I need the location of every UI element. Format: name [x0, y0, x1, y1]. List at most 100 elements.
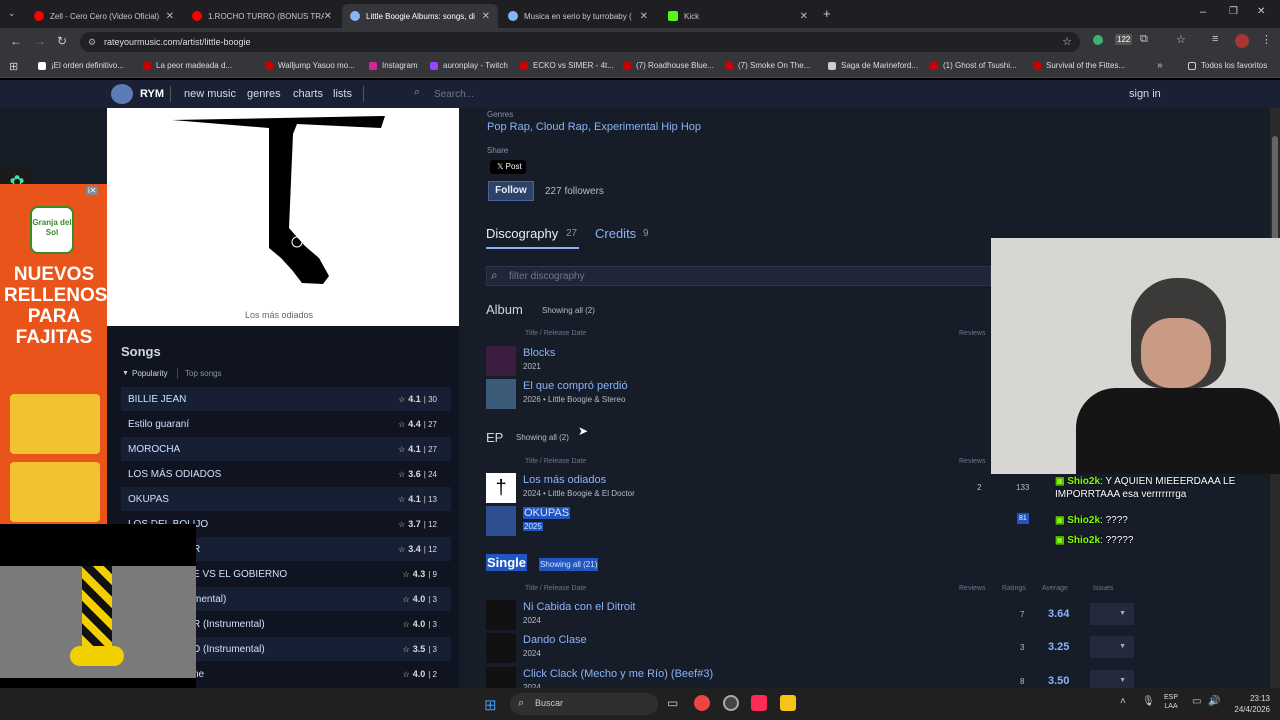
- obs-icon[interactable]: [723, 695, 739, 711]
- col-header-reviews[interactable]: Reviews: [959, 458, 985, 465]
- ep-item[interactable]: † Los más odiados 2024 • Little Boogie &…: [486, 473, 1029, 505]
- col-header-reviews[interactable]: Reviews: [959, 585, 985, 592]
- network-icon[interactable]: ▭: [1192, 696, 1201, 707]
- favorites-icon[interactable]: ☆: [1176, 33, 1186, 46]
- advertisement[interactable]: i✕ Granja del Sol NUEVOS RELLENOS PARA F…: [0, 184, 107, 524]
- issues-dropdown[interactable]: ▼: [1090, 670, 1134, 688]
- release-title[interactable]: OKUPAS: [523, 507, 571, 519]
- volume-icon[interactable]: 🔊: [1208, 696, 1220, 707]
- bookmark-item[interactable]: Walljump Yasuo mo...: [265, 61, 355, 70]
- task-view-icon[interactable]: ▭: [667, 696, 678, 710]
- single-item[interactable]: Click Clack (Mecho y me Río) (Beef#3) 20…: [486, 667, 1136, 688]
- release-title[interactable]: Dando Clase: [523, 634, 587, 646]
- genres-links[interactable]: Pop Rap, Cloud Rap, Experimental Hip Hop: [487, 121, 701, 133]
- song-title[interactable]: Estilo guaraní: [128, 419, 189, 430]
- issues-dropdown[interactable]: ▼: [1090, 603, 1134, 625]
- album-cover-thumb[interactable]: [486, 506, 516, 536]
- album-item[interactable]: Blocks 2021: [486, 346, 786, 378]
- sort-popularity[interactable]: Popularity: [132, 369, 168, 378]
- bookmark-item[interactable]: (1) Ghost of Tsushi...: [930, 61, 1017, 70]
- back-icon[interactable]: ←: [10, 34, 22, 48]
- more-bookmarks-icon[interactable]: »: [1157, 60, 1163, 71]
- album-item[interactable]: El que compró perdió 2026 • Little Boogi…: [486, 379, 786, 411]
- bookmark-item[interactable]: (7) Roadhouse Blue...: [623, 61, 714, 70]
- col-header-title[interactable]: Title / Release Date: [525, 330, 586, 337]
- forward-icon[interactable]: →: [34, 34, 46, 48]
- clock[interactable]: 23:13 24/4/2026: [1226, 693, 1270, 715]
- song-title[interactable]: OKUPAS: [128, 494, 169, 505]
- song-title[interactable]: mental): [193, 594, 226, 605]
- single-showing-all[interactable]: Showing all (21): [539, 558, 599, 571]
- site-logo-text[interactable]: RYM: [140, 88, 164, 100]
- tiktok-icon[interactable]: [751, 695, 767, 711]
- song-title[interactable]: MOROCHA: [128, 444, 180, 455]
- site-info-icon[interactable]: ⚙: [88, 32, 96, 52]
- ad-info-icon[interactable]: i✕: [86, 186, 99, 195]
- reading-list-icon[interactable]: ≡: [1212, 33, 1218, 45]
- windows-start-icon[interactable]: ⊞: [484, 696, 497, 714]
- close-icon[interactable]: ✕: [482, 11, 490, 22]
- tab-2[interactable]: 1.ROCHO TURRO (BONUS TRA ✕: [184, 4, 340, 28]
- all-bookmarks[interactable]: Todos los favoritos: [1188, 61, 1267, 70]
- close-icon[interactable]: ✕: [800, 11, 808, 22]
- col-header-average[interactable]: Average: [1042, 585, 1068, 592]
- close-icon[interactable]: ✕: [324, 11, 332, 22]
- nav-genres[interactable]: genres: [247, 88, 281, 100]
- issues-dropdown[interactable]: ▼: [1090, 636, 1134, 658]
- bookmark-item[interactable]: La peor madeada d...: [143, 61, 232, 70]
- release-title[interactable]: El que compró perdió: [523, 380, 628, 392]
- single-cover-thumb[interactable]: [486, 667, 516, 688]
- nav-charts[interactable]: charts: [293, 88, 323, 100]
- apps-icon[interactable]: ⊞: [9, 60, 18, 73]
- release-title[interactable]: Ni Cabida con el Ditroit: [523, 601, 636, 613]
- microphone-icon[interactable]: 🎙: [1142, 696, 1155, 707]
- single-cover-thumb[interactable]: [486, 633, 516, 663]
- bookmark-item[interactable]: auronplay - Twitch: [430, 61, 508, 70]
- album-cover-thumb[interactable]: [486, 346, 516, 376]
- extensions-icon[interactable]: ⧉: [1140, 33, 1148, 46]
- tab-5[interactable]: Kick ✕: [660, 4, 816, 28]
- col-header-title[interactable]: Title / Release Date: [525, 458, 586, 465]
- minimize-icon[interactable]: –: [1200, 6, 1206, 18]
- extension-icon[interactable]: [1093, 35, 1103, 45]
- single-cover-thumb[interactable]: [486, 600, 516, 630]
- tab-discography[interactable]: Discography: [486, 226, 558, 241]
- song-row[interactable]: BILLIE JEAN ☆ 4.1 | 30: [121, 387, 451, 411]
- app-icon[interactable]: [780, 695, 796, 711]
- bookmark-star-icon[interactable]: ☆: [1062, 32, 1072, 52]
- nav-new-music[interactable]: new music: [184, 88, 236, 100]
- album-cover-thumb[interactable]: [486, 379, 516, 409]
- song-row[interactable]: LOS MÁS ODIADOS ☆ 3.6 | 24: [121, 462, 451, 486]
- song-title[interactable]: R (Instrumental): [193, 619, 265, 630]
- language-indicator[interactable]: ESP LAA: [1164, 693, 1178, 711]
- tab-credits[interactable]: Credits: [595, 226, 636, 241]
- tab-1[interactable]: Zell - Cero Cero (Video Oficial) ✕: [26, 4, 182, 28]
- bookmark-item[interactable]: ECKO vs SIMER - 4t...: [520, 61, 614, 70]
- cross-cover-icon[interactable]: †: [486, 473, 516, 503]
- release-title[interactable]: Blocks: [523, 347, 555, 359]
- col-header-issues[interactable]: Issues: [1093, 585, 1113, 592]
- maximize-icon[interactable]: ❐: [1229, 6, 1238, 17]
- tray-chevron-icon[interactable]: ˄: [1120, 696, 1126, 707]
- single-item[interactable]: Ni Cabida con el Ditroit 2024 7 3.64 ▼: [486, 600, 1136, 632]
- address-bar[interactable]: ⚙ rateyourmusic.com/artist/little-boogie…: [80, 32, 1080, 52]
- close-icon[interactable]: ✕: [640, 11, 648, 22]
- song-title[interactable]: BILLIE JEAN: [128, 394, 186, 405]
- song-row[interactable]: MOROCHA ☆ 4.1 | 27: [121, 437, 451, 461]
- rym-logo-icon[interactable]: [111, 84, 133, 104]
- tab-4[interactable]: Musica en serio by turrobaby ( ✕: [500, 4, 656, 28]
- col-header-reviews[interactable]: Reviews: [959, 330, 985, 337]
- song-title[interactable]: E VS EL GOBIERNO: [193, 569, 287, 580]
- bookmark-item[interactable]: Survival of the Fittes...: [1033, 61, 1125, 70]
- release-title[interactable]: Los más odiados: [523, 474, 606, 486]
- bookmark-item[interactable]: Saga de Marineford...: [828, 61, 918, 70]
- bookmark-item[interactable]: ¡El orden definitivo...: [38, 61, 124, 70]
- col-header-ratings[interactable]: Ratings: [1002, 585, 1026, 592]
- extension-badge-icon[interactable]: 122: [1115, 34, 1133, 45]
- bookmark-item[interactable]: (7) Smoke On The...: [725, 61, 810, 70]
- filter-discography-input[interactable]: ⌕ filter discography: [486, 266, 991, 286]
- tab-3-active[interactable]: Little Boogie Albums: songs, di ✕: [342, 4, 498, 28]
- follow-button[interactable]: Follow: [488, 181, 534, 201]
- chrome-icon[interactable]: [694, 695, 710, 711]
- reload-icon[interactable]: ↻: [57, 34, 67, 48]
